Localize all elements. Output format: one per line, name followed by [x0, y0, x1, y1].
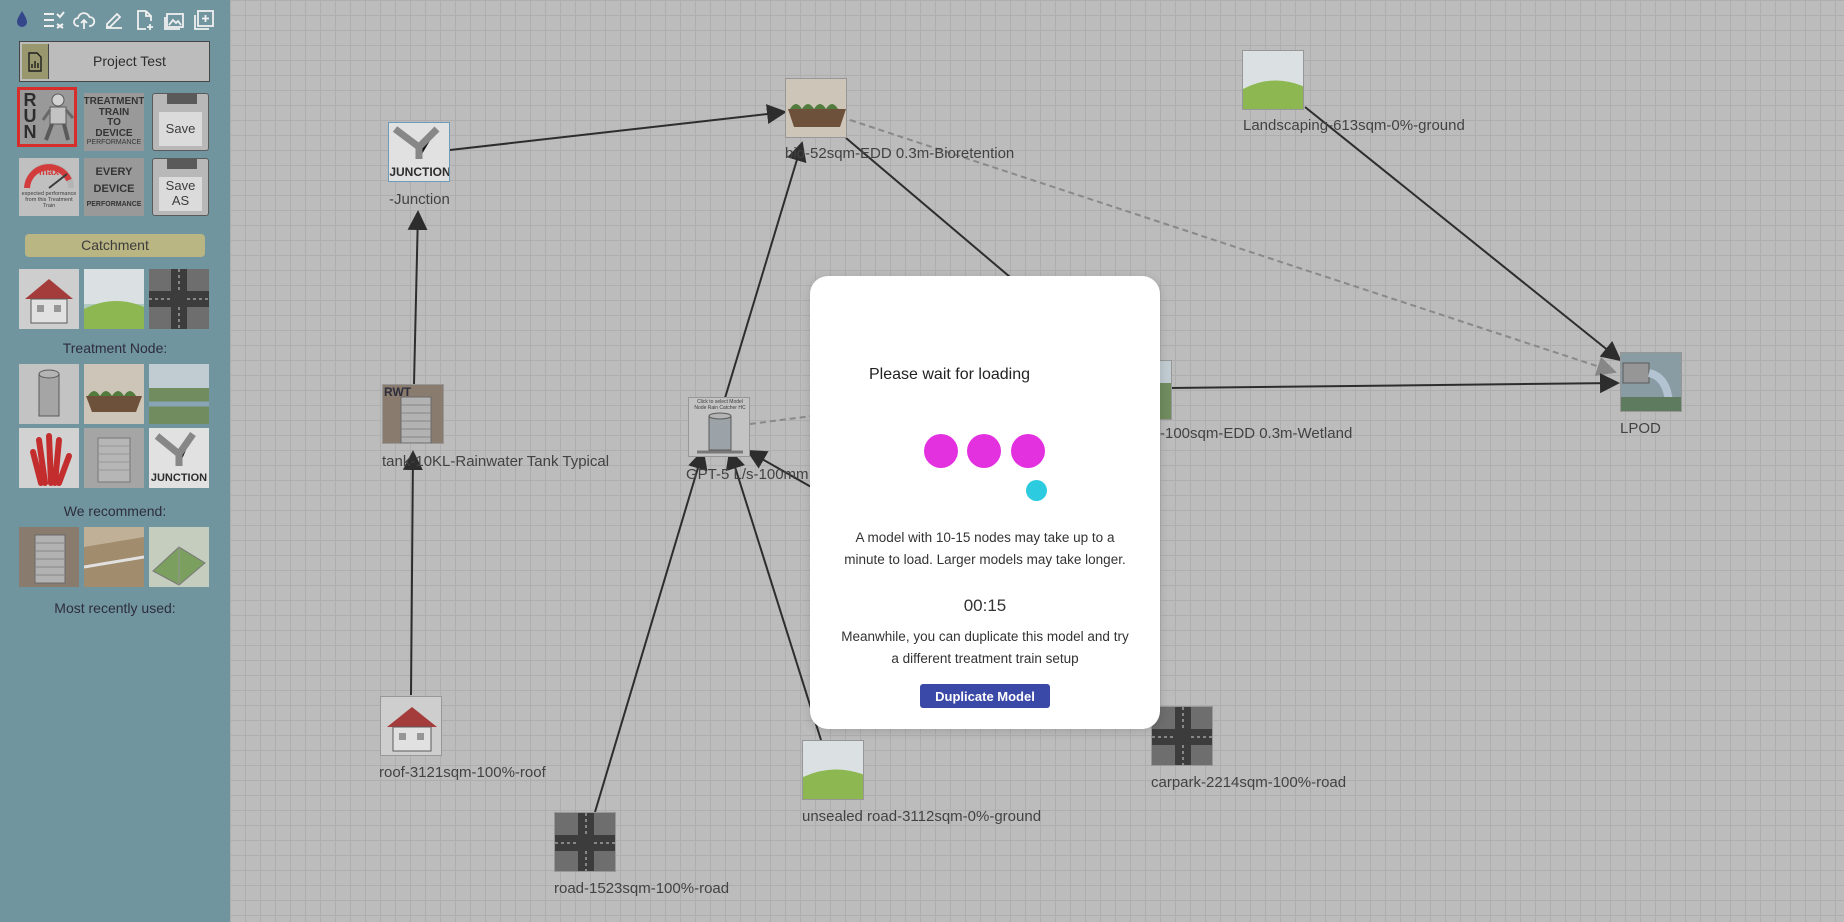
- loading-title: Please wait for loading: [869, 366, 1030, 383]
- loading-dot-4: [1026, 480, 1047, 501]
- loading-dot-1: [924, 434, 958, 468]
- loading-description: A model with 10-15 nodes may take up to …: [844, 530, 1126, 567]
- loading-dot-3: [1011, 434, 1045, 468]
- duplicate-model-button[interactable]: Duplicate Model: [920, 684, 1050, 708]
- loading-timer: 00:15: [963, 596, 1007, 615]
- loading-dialog: Please wait for loading A model with 10-…: [810, 276, 1160, 729]
- loading-hint: Meanwhile, you can duplicate this model …: [841, 629, 1129, 666]
- loading-dot-2: [967, 434, 1001, 468]
